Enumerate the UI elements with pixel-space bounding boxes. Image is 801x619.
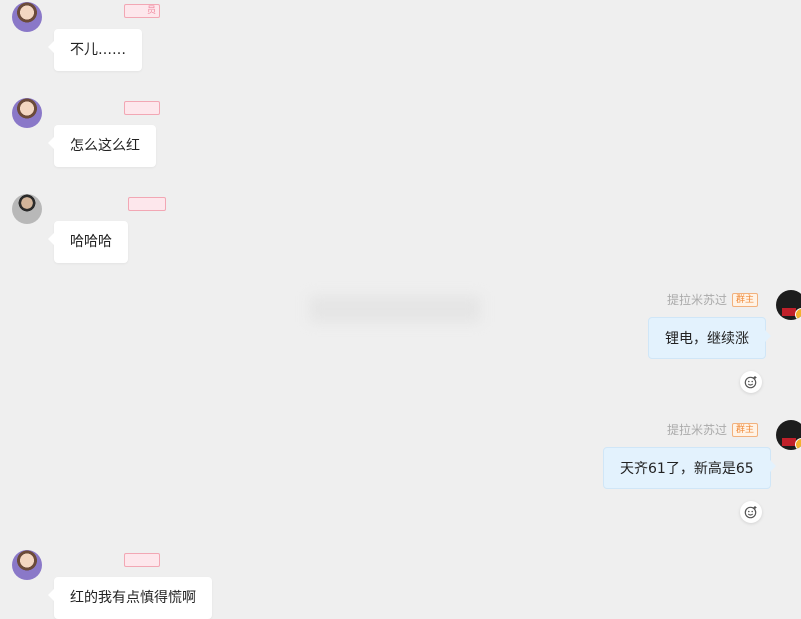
avatar[interactable] [12,550,42,580]
member-tag [124,101,160,115]
avatar[interactable] [12,98,42,128]
chat-window: 员 不儿…… 怎么这么红 哈哈哈 提拉米苏过 群主 锂电，继续涨 提拉米苏过 群… [0,0,801,619]
message-bubble[interactable]: 不儿…… [48,29,142,71]
avatar[interactable] [776,290,801,320]
blurred-timestamp [310,296,480,322]
message-bubble[interactable]: 怎么这么红 [48,125,156,167]
sender-name: 提拉米苏过 [667,293,728,307]
message-bubble[interactable]: 天齐61了，新高是65 [603,447,776,489]
member-tag [128,197,166,211]
message-bubble[interactable]: 锂电，继续涨 [648,317,771,359]
message-bubble[interactable]: 红的我有点慎得慌啊 [48,577,212,619]
member-tag: 员 [124,4,160,18]
avatar[interactable] [12,194,42,224]
member-tag [124,553,160,567]
avatar[interactable] [12,2,42,32]
message-bubble[interactable]: 哈哈哈 [48,221,128,263]
sender-name: 提拉米苏过 [667,423,728,437]
owner-tag: 群主 [732,293,759,307]
avatar[interactable] [776,420,801,450]
owner-tag: 群主 [732,423,759,437]
add-reaction-icon[interactable] [740,501,762,523]
add-reaction-icon[interactable] [740,371,762,393]
